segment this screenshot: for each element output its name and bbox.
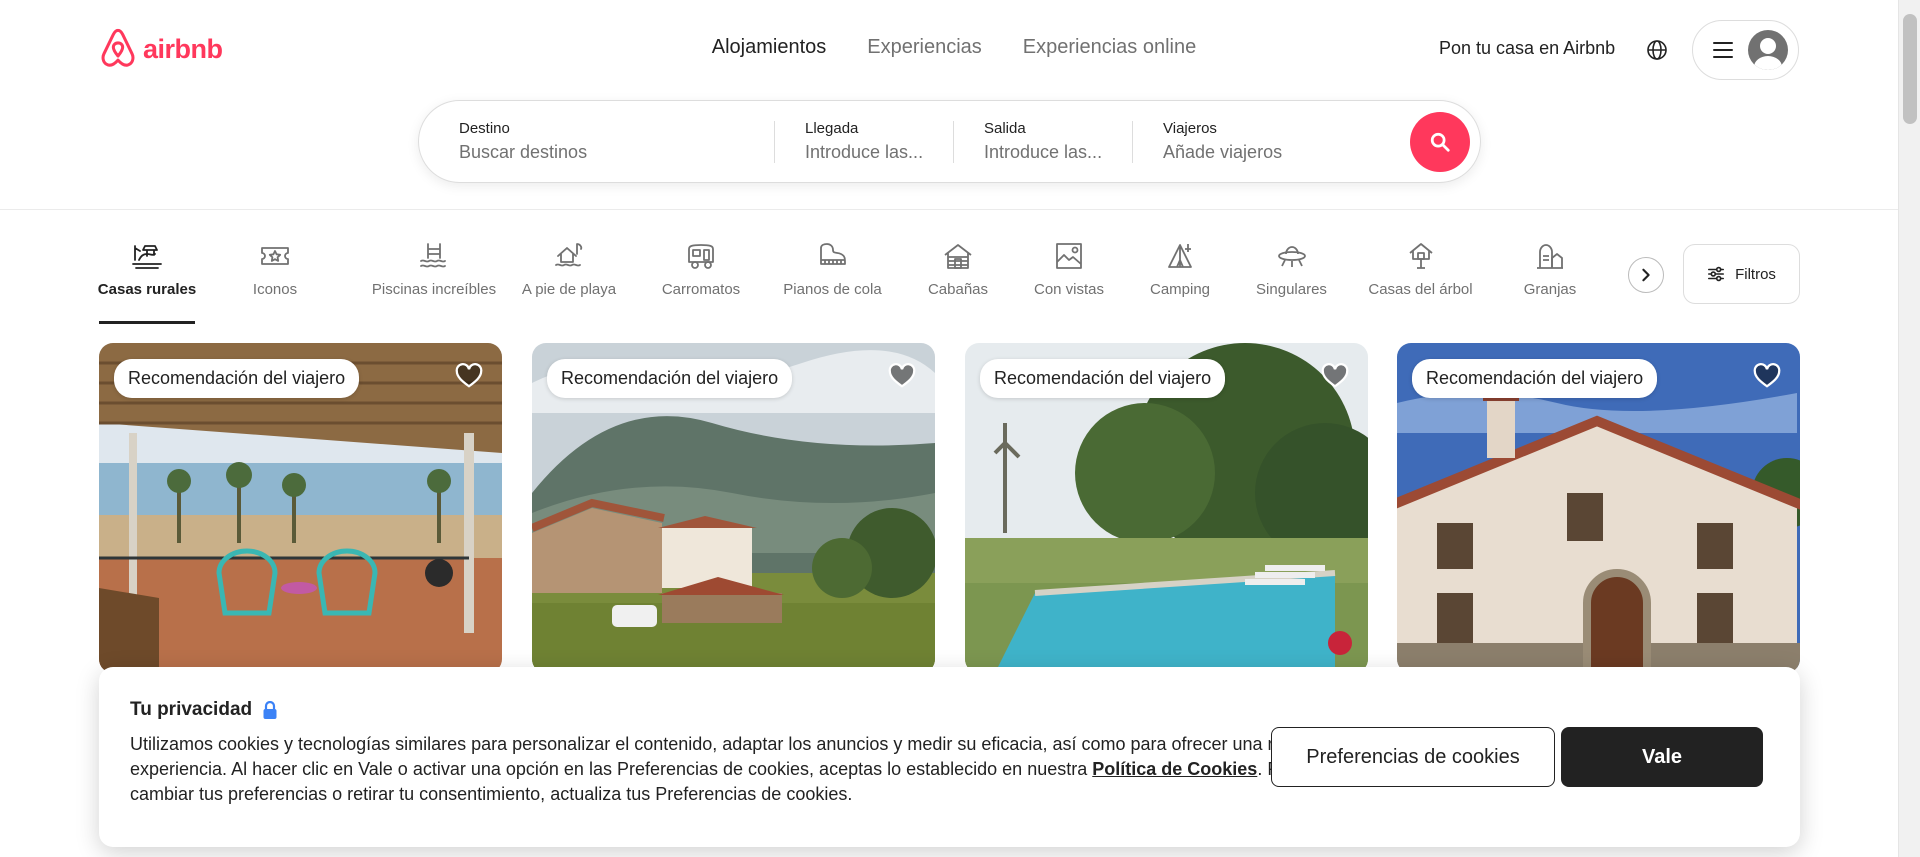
site-header: airbnb Alojamientos Experiencias Experie… xyxy=(0,0,1898,210)
cookie-title: Tu privacidad xyxy=(130,699,278,721)
cabin-icon xyxy=(944,244,972,269)
category-pianos[interactable]: Pianos de cola xyxy=(782,240,883,324)
ufo-icon xyxy=(1277,246,1306,267)
lock-icon xyxy=(263,700,277,719)
caravan-icon xyxy=(688,244,714,269)
rural-house-icon xyxy=(132,245,162,269)
checkin-input[interactable]: Introduce las... xyxy=(805,142,953,163)
user-avatar-icon xyxy=(1748,30,1788,70)
farm-icon xyxy=(1537,244,1563,269)
category-casas-del-arbol[interactable]: Casas del árbol xyxy=(1367,240,1474,324)
pool-icon xyxy=(420,243,446,268)
guest-favorite-badge: Recomendación del viajero xyxy=(547,359,793,398)
category-casas-rurales[interactable]: Casas rurales xyxy=(97,240,197,324)
category-a-pie-de-playa[interactable]: A pie de playa xyxy=(520,240,618,324)
guest-favorite-badge: Recomendación del viajero xyxy=(1412,359,1658,398)
category-con-vistas[interactable]: Con vistas xyxy=(1033,240,1105,324)
tab-experiencias[interactable]: Experiencias xyxy=(867,36,982,59)
category-label: Pianos de cola xyxy=(783,281,882,298)
category-piscinas[interactable]: Piscinas increíbles xyxy=(353,240,515,324)
views-icon xyxy=(1056,243,1082,269)
checkout-label: Salida xyxy=(984,120,1026,137)
checkin-field[interactable]: Llegada Introduce las... xyxy=(775,101,953,182)
listing-card[interactable]: Recomendación del viajero xyxy=(965,343,1368,673)
treehouse-icon xyxy=(1408,243,1433,269)
heart-icon[interactable] xyxy=(454,360,484,390)
category-label: Piscinas increíbles xyxy=(371,281,497,298)
hamburger-icon xyxy=(1713,42,1733,58)
user-menu-button[interactable] xyxy=(1692,20,1799,80)
category-label: Singulares xyxy=(1256,281,1327,298)
category-singulares[interactable]: Singulares xyxy=(1255,240,1328,324)
guests-label: Viajeros xyxy=(1163,120,1217,137)
search-button[interactable] xyxy=(1410,112,1470,172)
tab-alojamientos[interactable]: Alojamientos xyxy=(712,36,827,59)
filter-sliders-icon xyxy=(1708,266,1725,282)
host-link[interactable]: Pon tu casa en Airbnb xyxy=(1439,38,1615,59)
search-bar: Destino Buscar destinos Llegada Introduc… xyxy=(418,100,1481,183)
listing-card[interactable]: Recomendación del viajero xyxy=(99,343,502,673)
category-granjas[interactable]: Granjas xyxy=(1523,240,1577,324)
category-label: Casas del árbol xyxy=(1368,281,1473,298)
camping-icon xyxy=(1168,244,1192,268)
globe-icon[interactable] xyxy=(1645,38,1669,62)
filters-label: Filtros xyxy=(1735,265,1776,283)
destination-label: Destino xyxy=(459,120,510,137)
category-carromatos[interactable]: Carromatos xyxy=(658,240,744,324)
category-label: Carromatos xyxy=(661,281,741,298)
cookie-banner: Tu privacidad Utilizamos cookies y tecno… xyxy=(99,667,1800,847)
accept-cookies-button[interactable]: Vale xyxy=(1561,727,1763,787)
category-label: Cabañas xyxy=(927,281,989,298)
destination-field[interactable]: Destino Buscar destinos xyxy=(419,101,774,182)
cookie-title-text: Tu privacidad xyxy=(130,699,253,720)
search-icon xyxy=(1430,132,1450,152)
tab-experiencias-online[interactable]: Experiencias online xyxy=(1023,36,1196,59)
categories-next-button[interactable] xyxy=(1628,257,1664,293)
heart-icon[interactable] xyxy=(887,360,917,390)
category-cabanas[interactable]: Cabañas xyxy=(927,240,989,324)
category-label: A pie de playa xyxy=(521,281,617,298)
checkout-input[interactable]: Introduce las... xyxy=(984,142,1132,163)
destination-input[interactable]: Buscar destinos xyxy=(459,142,774,163)
grand-piano-icon xyxy=(819,243,846,265)
category-label: Casas rurales xyxy=(97,281,197,298)
heart-icon[interactable] xyxy=(1320,360,1350,390)
guest-favorite-badge: Recomendación del viajero xyxy=(980,359,1226,398)
category-iconos[interactable]: Iconos xyxy=(252,240,298,324)
checkout-field[interactable]: Salida Introduce las... xyxy=(954,101,1132,182)
cookie-preferences-button[interactable]: Preferencias de cookies xyxy=(1271,727,1555,787)
checkin-label: Llegada xyxy=(805,120,859,137)
chevron-right-icon xyxy=(1642,268,1650,282)
heart-icon[interactable] xyxy=(1752,360,1782,390)
icons-ticket-icon xyxy=(261,247,289,265)
guests-input[interactable]: Añade viajeros xyxy=(1163,142,1393,163)
page-scrollbar[interactable] xyxy=(1898,0,1920,857)
guest-favorite-badge: Recomendación del viajero xyxy=(114,359,360,398)
category-label: Con vistas xyxy=(1033,281,1105,298)
cookie-policy-link[interactable]: Política de Cookies xyxy=(1092,759,1257,779)
category-label: Iconos xyxy=(252,281,298,298)
listing-card[interactable]: Recomendación del viajero xyxy=(532,343,935,673)
guests-field[interactable]: Viajeros Añade viajeros xyxy=(1133,101,1393,182)
filters-button[interactable]: Filtros xyxy=(1683,244,1800,304)
listing-card[interactable]: Recomendación del viajero xyxy=(1397,343,1800,673)
beachfront-icon xyxy=(555,243,583,267)
scrollbar-thumb[interactable] xyxy=(1903,14,1917,124)
category-camping[interactable]: Camping xyxy=(1148,240,1212,324)
category-label: Granjas xyxy=(1523,281,1577,298)
cookie-description: Utilizamos cookies y tecnologías similar… xyxy=(130,732,1330,807)
category-label: Camping xyxy=(1149,281,1211,298)
